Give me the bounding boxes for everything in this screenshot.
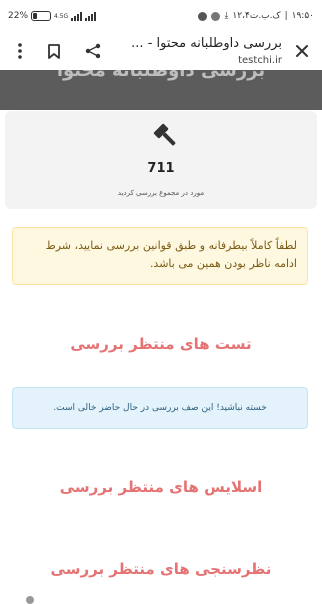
battery-percent: 22% xyxy=(8,11,29,21)
page-url: testchi.ir xyxy=(238,55,282,66)
review-count: 711 xyxy=(147,161,175,176)
empty-queue-text: خسته نباشید! این صف بررسی در حال حاضر خا… xyxy=(53,403,267,413)
page-title: بررسی داوطلبانه محتوا - ... xyxy=(132,36,282,51)
signal-icon xyxy=(71,11,83,21)
page-header: بررسی داوطلبانه محتوا xyxy=(0,70,322,110)
battery-icon xyxy=(31,11,52,21)
tests-section-title: تست های منتظر بررسی xyxy=(70,335,252,353)
download-icon: ⤓ xyxy=(224,11,229,21)
rules-notice: لطفاً کاملاً بیطرفانه و طبق قوانین بررسی… xyxy=(12,227,308,285)
status-right: ⤓ ۱۲،۴ک.ب.ت | ۱۹:۵۰ xyxy=(198,11,314,21)
status-time: ۱۹:۵۰ xyxy=(291,11,314,21)
bookmark-icon[interactable] xyxy=(42,39,66,63)
header-title: بررسی داوطلبانه محتوا xyxy=(56,70,266,81)
gavel-icon xyxy=(151,121,181,155)
polls-section-title: نظرسنجی های منتظر بررسی xyxy=(50,560,272,578)
chat-icon xyxy=(198,11,208,21)
browser-toolbar: بررسی داوطلبانه محتوا - ... testchi.ir xyxy=(0,33,322,70)
status-bar: 22% 4.5G ⤓ ۱۲،۴ک.ب.ت | ۱۹:۵۰ xyxy=(0,0,322,33)
stats-card: 711 مورد در مجموع بررسی کردید xyxy=(5,111,317,209)
status-separator: | xyxy=(284,11,288,21)
share-icon[interactable] xyxy=(81,39,105,63)
more-vert-icon[interactable] xyxy=(8,39,32,63)
app-icon xyxy=(211,11,221,21)
status-left: 22% 4.5G xyxy=(8,11,97,21)
empty-queue-message: خسته نباشید! این صف بررسی در حال حاضر خا… xyxy=(12,387,308,429)
close-icon[interactable] xyxy=(290,39,314,63)
signal-icon-2 xyxy=(85,11,97,21)
network-label: 4.5G xyxy=(54,12,69,20)
status-date: ۱۲،۴ک.ب.ت xyxy=(232,11,281,21)
review-count-label: مورد در مجموع بررسی کردید xyxy=(117,189,205,197)
partial-icon xyxy=(26,596,34,604)
slides-section-title: اسلایس های منتظر بررسی xyxy=(59,478,263,496)
